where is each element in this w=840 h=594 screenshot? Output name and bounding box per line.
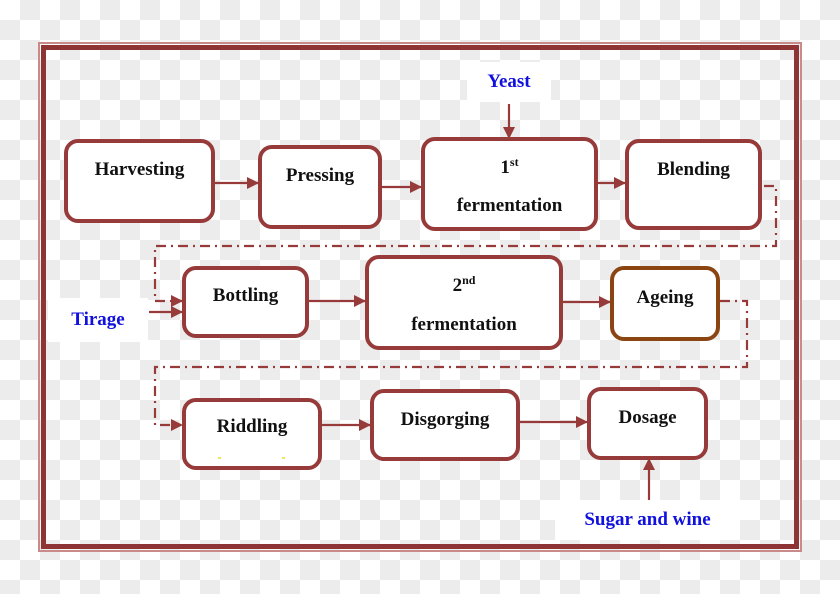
step-bottling: Bottling bbox=[182, 266, 309, 338]
step-riddling: Riddling bbox=[182, 398, 322, 470]
step-dosage: Dosage bbox=[587, 387, 708, 460]
step-label: Blending bbox=[657, 159, 730, 180]
step-label: Disgorging bbox=[400, 409, 490, 430]
step-label: Dosage bbox=[618, 407, 677, 428]
speck bbox=[282, 457, 285, 459]
step-harvesting: Harvesting bbox=[64, 139, 215, 223]
step-blending: Blending bbox=[625, 139, 762, 230]
input-tirage: Tirage bbox=[48, 298, 148, 342]
step-label: Riddling bbox=[216, 416, 288, 437]
step-first-fermentation: 1st fermentation bbox=[421, 137, 598, 231]
input-yeast: Yeast bbox=[467, 62, 551, 102]
step-label: Bottling bbox=[212, 285, 279, 306]
step-ordinal: 2nd bbox=[452, 273, 476, 296]
step-second-fermentation: 2nd fermentation bbox=[365, 255, 563, 350]
input-sugar-and-wine: Sugar and wine bbox=[555, 500, 740, 540]
step-ageing: Ageing bbox=[610, 266, 720, 341]
step-pressing: Pressing bbox=[258, 145, 382, 229]
step-label: Pressing bbox=[285, 165, 355, 186]
step-disgorging: Disgorging bbox=[370, 389, 520, 461]
speck bbox=[218, 457, 221, 459]
step-ordinal: 1st bbox=[500, 155, 519, 178]
step-label: Harvesting bbox=[94, 159, 185, 180]
step-label: fermentation bbox=[411, 314, 517, 335]
step-label: Ageing bbox=[636, 287, 694, 308]
step-label: fermentation bbox=[456, 195, 563, 216]
